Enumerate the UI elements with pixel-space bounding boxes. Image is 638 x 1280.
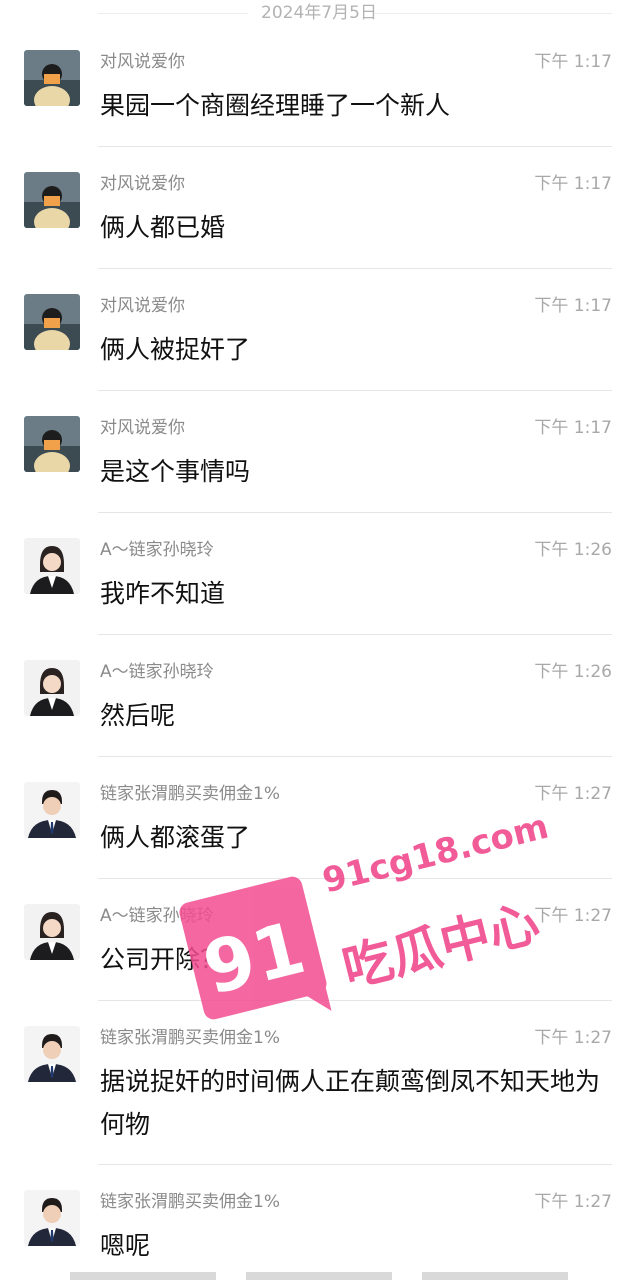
message-time: 下午 1:17 bbox=[534, 418, 612, 438]
message-text: 据说捉奸的时间俩人正在颠鸾倒凤不知天地为何物 bbox=[100, 1067, 601, 1139]
sender-name: A～链家孙晓玲 bbox=[100, 906, 214, 926]
woman-avatar[interactable] bbox=[24, 538, 80, 594]
message-text: 嗯呢 bbox=[100, 1231, 151, 1260]
message-time: 下午 1:27 bbox=[534, 1028, 612, 1048]
sender-name: 对风说爱你 bbox=[100, 174, 185, 194]
message-time: 下午 1:26 bbox=[534, 540, 612, 560]
message-text: 俩人被捉奸了 bbox=[100, 335, 251, 364]
divider bbox=[98, 512, 612, 513]
sender-name: 链家张渭鹏买卖佣金1% bbox=[100, 1192, 280, 1212]
message-time: 下午 1:27 bbox=[534, 1192, 612, 1212]
message-time: 下午 1:17 bbox=[534, 52, 612, 72]
message-time: 下午 1:17 bbox=[534, 174, 612, 194]
message-text: 俩人都已婚 bbox=[100, 213, 226, 242]
message-text: 俩人都滚蛋了 bbox=[100, 823, 251, 852]
boy-avatar[interactable] bbox=[24, 294, 80, 350]
man-avatar[interactable] bbox=[24, 782, 80, 838]
message-text: 是这个事情吗 bbox=[100, 457, 251, 486]
date-divider: 2024年7月5日 bbox=[0, 0, 638, 28]
sender-name: 对风说爱你 bbox=[100, 52, 185, 72]
divider bbox=[98, 878, 612, 879]
woman-avatar[interactable] bbox=[24, 904, 80, 960]
boy-avatar[interactable] bbox=[24, 172, 80, 228]
sender-name: A～链家孙晓玲 bbox=[100, 540, 214, 560]
divider bbox=[98, 634, 612, 635]
boy-avatar[interactable] bbox=[24, 50, 80, 106]
man-avatar[interactable] bbox=[24, 1026, 80, 1082]
bottom-toolbar-segment bbox=[422, 1272, 568, 1280]
sender-name: 对风说爱你 bbox=[100, 296, 185, 316]
message-time: 下午 1:26 bbox=[534, 662, 612, 682]
message-time: 下午 1:27 bbox=[534, 906, 612, 926]
boy-avatar[interactable] bbox=[24, 416, 80, 472]
divider bbox=[98, 1000, 612, 1001]
message-time: 下午 1:27 bbox=[534, 784, 612, 804]
woman-avatar[interactable] bbox=[24, 660, 80, 716]
man-avatar[interactable] bbox=[24, 1190, 80, 1246]
message-time: 下午 1:17 bbox=[534, 296, 612, 316]
divider bbox=[98, 1164, 612, 1165]
message-text: 果园一个商圈经理睡了一个新人 bbox=[100, 91, 451, 120]
message-text: 然后呢 bbox=[100, 701, 176, 730]
sender-name: 链家张渭鹏买卖佣金1% bbox=[100, 784, 280, 804]
divider bbox=[98, 756, 612, 757]
bottom-toolbar-segment bbox=[246, 1272, 392, 1280]
divider bbox=[98, 268, 612, 269]
bottom-toolbar-segment bbox=[70, 1272, 216, 1280]
sender-name: A～链家孙晓玲 bbox=[100, 662, 214, 682]
message-text: 公司开除？ bbox=[100, 945, 226, 974]
divider bbox=[98, 146, 612, 147]
sender-name: 链家张渭鹏买卖佣金1% bbox=[100, 1028, 280, 1048]
message-text: 我咋不知道 bbox=[100, 579, 226, 608]
sender-name: 对风说爱你 bbox=[100, 418, 185, 438]
divider bbox=[98, 390, 612, 391]
